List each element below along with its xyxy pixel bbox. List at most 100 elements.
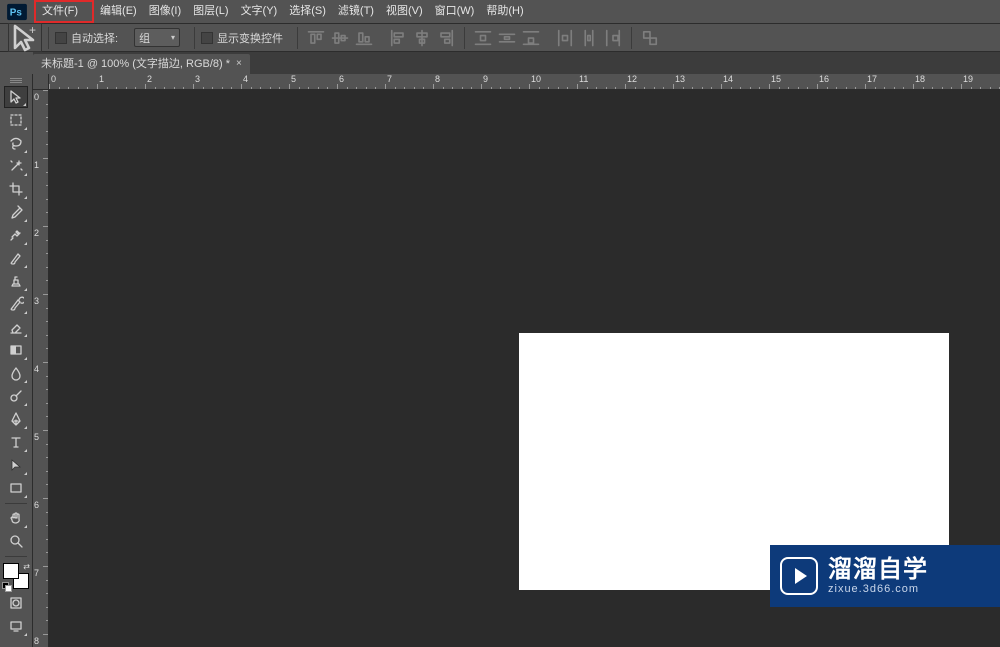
zoom-tool[interactable] [4, 530, 28, 552]
ruler-h-label: 1 [99, 74, 104, 84]
ruler-h-label: 4 [243, 74, 248, 84]
menu-edit[interactable]: 编辑(E) [94, 0, 143, 23]
ruler-h-label: 14 [723, 74, 733, 84]
separator [5, 503, 27, 504]
current-tool-icon[interactable]: + [8, 23, 42, 52]
default-colors-icon[interactable] [2, 582, 10, 590]
options-bar: + 自动选择: 组 ▾ 显示变换控件 [0, 23, 1000, 52]
banner-subtitle: zixue.3d66.com [828, 583, 928, 595]
pen-tool[interactable] [4, 408, 28, 430]
menu-image[interactable]: 图像(I) [143, 0, 187, 23]
lasso-tool[interactable] [4, 132, 28, 154]
close-icon[interactable]: × [236, 54, 242, 74]
ruler-v-label: 1 [34, 160, 39, 170]
separator [194, 27, 195, 49]
dodge-tool[interactable] [4, 385, 28, 407]
ruler-origin[interactable] [33, 74, 49, 90]
menu-window[interactable]: 窗口(W) [429, 0, 481, 23]
chevron-down-icon: ▾ [171, 33, 175, 42]
eraser-tool[interactable] [4, 316, 28, 338]
path-selection-tool[interactable] [4, 454, 28, 476]
menu-select[interactable]: 选择(S) [283, 0, 332, 23]
distribute-top-icon[interactable] [473, 28, 493, 48]
eyedropper-tool[interactable] [4, 201, 28, 223]
menu-file[interactable]: 文件(F) [34, 0, 94, 23]
main-area: ⇄ 01234567891011121314151617181920 01234… [0, 74, 1000, 647]
ruler-v-label: 2 [34, 228, 39, 238]
healing-brush-tool[interactable] [4, 224, 28, 246]
menu-view[interactable]: 视图(V) [380, 0, 429, 23]
gradient-tool[interactable] [4, 339, 28, 361]
ruler-v-label: 4 [34, 364, 39, 374]
move-tool[interactable] [4, 86, 28, 108]
auto-align-icon[interactable] [640, 28, 660, 48]
separator [464, 27, 465, 49]
work-area: 01234567891011121314151617181920 0123456… [33, 74, 1000, 647]
menu-help[interactable]: 帮助(H) [480, 0, 529, 23]
horizontal-ruler[interactable]: 01234567891011121314151617181920 [49, 74, 1000, 90]
combo-value: 组 [139, 30, 150, 46]
ruler-v-label: 8 [34, 636, 39, 646]
distribute-bottom-icon[interactable] [521, 28, 541, 48]
vertical-ruler[interactable]: 012345678 [33, 90, 49, 647]
ruler-h-label: 15 [771, 74, 781, 84]
menu-filter[interactable]: 滤镜(T) [332, 0, 380, 23]
align-right-icon[interactable] [436, 28, 456, 48]
separator [297, 27, 298, 49]
align-vcenter-icon[interactable] [330, 28, 350, 48]
ps-text: Ps [10, 7, 23, 18]
swap-colors-icon[interactable]: ⇄ [23, 562, 30, 571]
ruler-h-label: 13 [675, 74, 685, 84]
svg-text:+: + [29, 23, 36, 37]
align-left-icon[interactable] [388, 28, 408, 48]
clone-stamp-tool[interactable] [4, 270, 28, 292]
banner-title: 溜溜自学 [828, 557, 928, 583]
color-swatches[interactable]: ⇄ [3, 563, 29, 589]
distribute-hcenter-icon[interactable] [579, 28, 599, 48]
menu-bar: Ps 文件(F) 编辑(E) 图像(I) 图层(L) 文字(Y) 选择(S) 滤… [0, 0, 1000, 23]
ruler-v-label: 5 [34, 432, 39, 442]
show-transform-checkbox[interactable] [201, 32, 213, 44]
separator [5, 556, 27, 557]
magic-wand-tool[interactable] [4, 155, 28, 177]
app-logo: Ps [0, 0, 34, 23]
toolbox-grip[interactable] [2, 76, 30, 84]
ruler-h-label: 3 [195, 74, 200, 84]
show-transform-label: 显示变换控件 [217, 30, 283, 46]
ruler-h-label: 9 [483, 74, 488, 84]
marquee-tool[interactable] [4, 109, 28, 131]
ruler-h-label: 17 [867, 74, 877, 84]
ruler-h-label: 6 [339, 74, 344, 84]
shape-tool[interactable] [4, 477, 28, 499]
distribute-vcenter-icon[interactable] [497, 28, 517, 48]
ruler-h-label: 12 [627, 74, 637, 84]
menu-layer[interactable]: 图层(L) [187, 0, 234, 23]
type-tool[interactable] [4, 431, 28, 453]
align-top-icon[interactable] [306, 28, 326, 48]
separator [48, 27, 49, 49]
ruler-v-label: 0 [34, 92, 39, 102]
screenmode-tool[interactable] [4, 615, 28, 637]
distribute-right-icon[interactable] [603, 28, 623, 48]
hand-tool[interactable] [4, 507, 28, 529]
toolbox: ⇄ [0, 74, 33, 647]
quickmask-tool[interactable] [4, 592, 28, 614]
ruler-h-label: 19 [963, 74, 973, 84]
document-tab-title: 未标题-1 @ 100% (文字描边, RGB/8) * [41, 54, 230, 74]
align-hcenter-icon[interactable] [412, 28, 432, 48]
ruler-h-label: 0 [51, 74, 56, 84]
menu-type[interactable]: 文字(Y) [235, 0, 284, 23]
brush-tool[interactable] [4, 247, 28, 269]
ruler-v-label: 7 [34, 568, 39, 578]
auto-select-combo[interactable]: 组 ▾ [134, 28, 180, 47]
ruler-h-label: 7 [387, 74, 392, 84]
crop-tool[interactable] [4, 178, 28, 200]
distribute-left-icon[interactable] [555, 28, 575, 48]
foreground-color-swatch[interactable] [3, 563, 19, 579]
document-tab-bar: 未标题-1 @ 100% (文字描边, RGB/8) * × [33, 52, 1000, 74]
document-tab[interactable]: 未标题-1 @ 100% (文字描边, RGB/8) * × [33, 54, 250, 74]
auto-select-checkbox[interactable] [55, 32, 67, 44]
history-brush-tool[interactable] [4, 293, 28, 315]
blur-tool[interactable] [4, 362, 28, 384]
align-bottom-icon[interactable] [354, 28, 374, 48]
